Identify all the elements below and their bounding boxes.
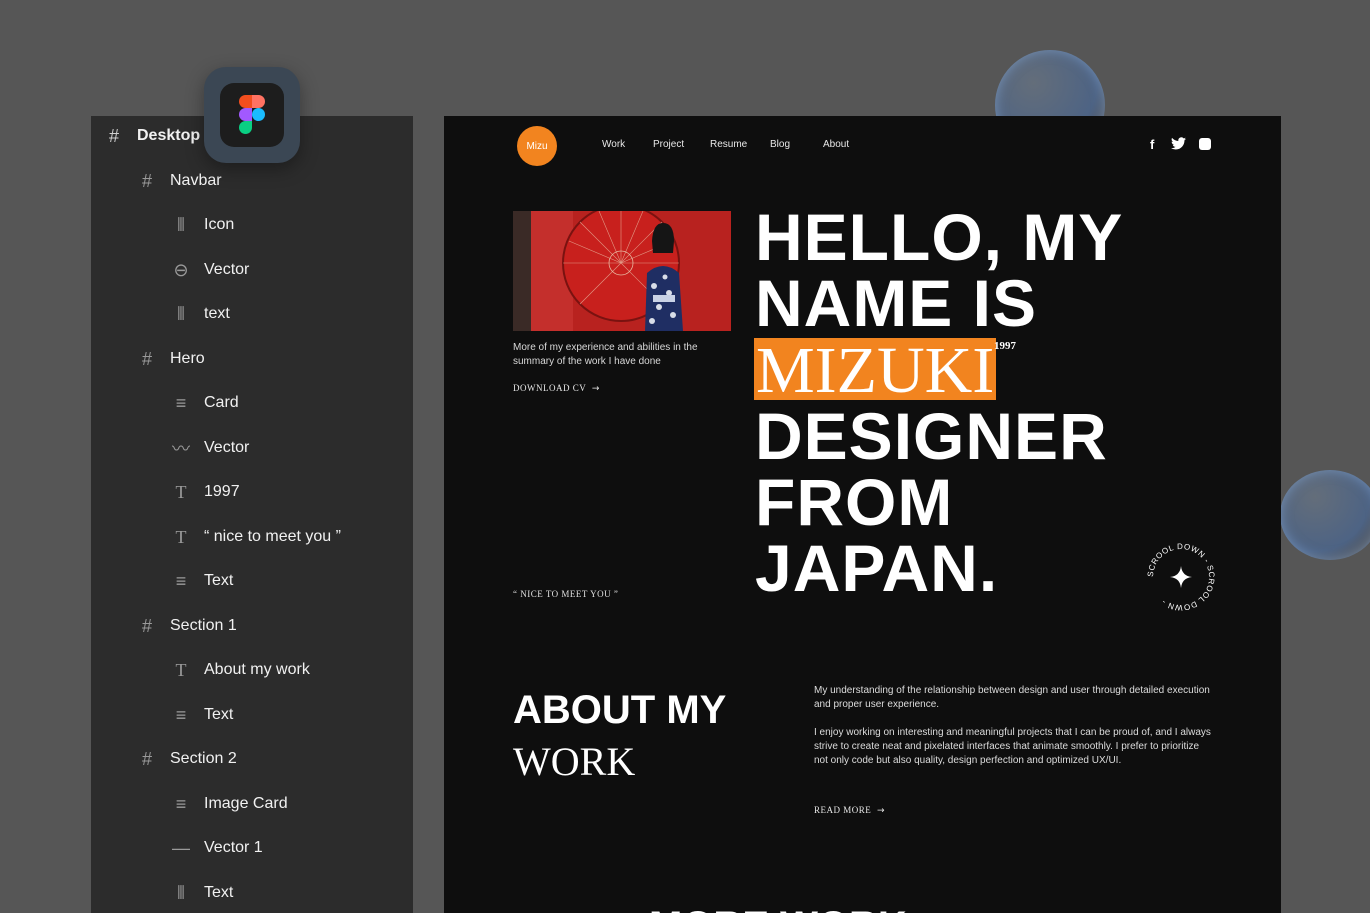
facebook-icon[interactable]: f <box>1150 137 1154 152</box>
hero-line-4: FROM <box>755 465 954 539</box>
nav-project[interactable]: Project <box>653 139 684 150</box>
autolayout-rows-icon: ≡ <box>175 392 187 413</box>
nav-blog[interactable]: Blog <box>770 139 790 150</box>
hero-line-2: NAME IS <box>755 266 1038 340</box>
download-cv-link[interactable]: DOWNLOAD CV → <box>513 383 600 394</box>
nice-to-meet-you-text: “ NICE TO MEET YOU ” <box>513 589 619 599</box>
autolayout-icon: ⦀ <box>177 882 185 903</box>
layer-text-3[interactable]: ≡ Text <box>170 700 234 730</box>
frame-icon: # <box>141 748 152 769</box>
nav-work[interactable]: Work <box>602 139 625 150</box>
figma-app-tile <box>204 67 300 163</box>
arrow-right-icon: → <box>877 806 886 816</box>
read-more-link[interactable]: READ MORE → <box>814 805 885 816</box>
autolayout-rows-icon: ≡ <box>175 704 187 725</box>
layer-icon[interactable]: ⦀ Icon <box>170 210 234 240</box>
hero-line-3: DESIGNER <box>755 399 1108 473</box>
layer-vector-2[interactable]: 〰 Vector <box>170 433 249 463</box>
layer-navbar[interactable]: # Navbar <box>136 166 222 196</box>
hero-year: 1997 <box>994 340 1016 352</box>
decorative-bubble <box>1280 470 1370 560</box>
autolayout-rows-icon: ≡ <box>175 793 187 814</box>
pen-vector-icon: 〰 <box>172 439 190 459</box>
frame-icon: # <box>141 170 152 191</box>
autolayout-icon: ⦀ <box>177 303 185 324</box>
layer-vector-1[interactable]: — Vector 1 <box>170 833 263 863</box>
site-logo[interactable]: Mizu <box>517 126 557 166</box>
text-icon: T <box>175 526 187 547</box>
layer-section-1[interactable]: # Section 1 <box>136 611 237 641</box>
layers-panel: # Desktop # Navbar ⦀ Icon ⊖ Vector ⦀ tex… <box>91 116 413 913</box>
layer-1997[interactable]: T 1997 <box>170 477 240 507</box>
sparkle-icon <box>1170 566 1192 588</box>
layer-image-card[interactable]: ≡ Image Card <box>170 789 288 819</box>
website-frame: Mizu Work Project Resume Blog About f Mo… <box>444 116 1281 913</box>
about-title-line-2: WORK <box>513 739 636 784</box>
twitter-icon[interactable] <box>1171 137 1186 150</box>
layer-section-2[interactable]: # Section 2 <box>136 744 237 774</box>
hero-photo <box>513 211 731 331</box>
layer-hero[interactable]: # Hero <box>136 344 205 374</box>
line-icon: — <box>172 837 190 858</box>
frame-icon: # <box>108 125 119 146</box>
about-title-line-1: ABOUT MY <box>513 688 727 732</box>
text-icon: T <box>175 481 187 502</box>
layer-card[interactable]: ≡ Card <box>170 388 239 418</box>
frame-icon: # <box>141 348 152 369</box>
layer-text[interactable]: ⦀ text <box>170 299 230 329</box>
layer-text-4[interactable]: ⦀ Text <box>170 878 233 908</box>
arrow-right-icon: → <box>591 384 600 394</box>
instagram-icon[interactable] <box>1199 138 1211 150</box>
autolayout-rows-icon: ≡ <box>175 570 187 591</box>
nav-resume[interactable]: Resume <box>710 139 747 150</box>
more-work-heading: MORE WORK <box>649 904 907 913</box>
nav-about[interactable]: About <box>823 139 849 150</box>
vector-circle-icon: ⊖ <box>173 259 189 280</box>
layer-nice-to-meet-you[interactable]: T “ nice to meet you ” <box>170 522 341 552</box>
about-paragraph-2: I enjoy working on interesting and meani… <box>814 727 1211 766</box>
layer-about-my-work[interactable]: T About my work <box>170 655 310 685</box>
hero-intro-text: More of my experience and abilities in t… <box>513 342 698 367</box>
scroll-down-badge[interactable]: SCROOL DOWN - SCROOL DOWN - <box>1144 540 1218 614</box>
layer-vector[interactable]: ⊖ Vector <box>170 255 249 285</box>
hero-name-highlight: MIZUKI <box>754 334 997 407</box>
layer-text-2[interactable]: ≡ Text <box>170 566 234 596</box>
hero-line-5: JAPAN. <box>755 531 999 605</box>
hero-line-1: HELLO, MY <box>755 200 1124 274</box>
figma-logo-icon <box>220 83 284 147</box>
text-icon: T <box>175 659 187 680</box>
about-paragraph-1: My understanding of the relationship bet… <box>814 685 1210 710</box>
layer-desktop[interactable]: # Desktop <box>103 121 200 151</box>
autolayout-icon: ⦀ <box>177 214 185 235</box>
frame-icon: # <box>141 615 152 636</box>
